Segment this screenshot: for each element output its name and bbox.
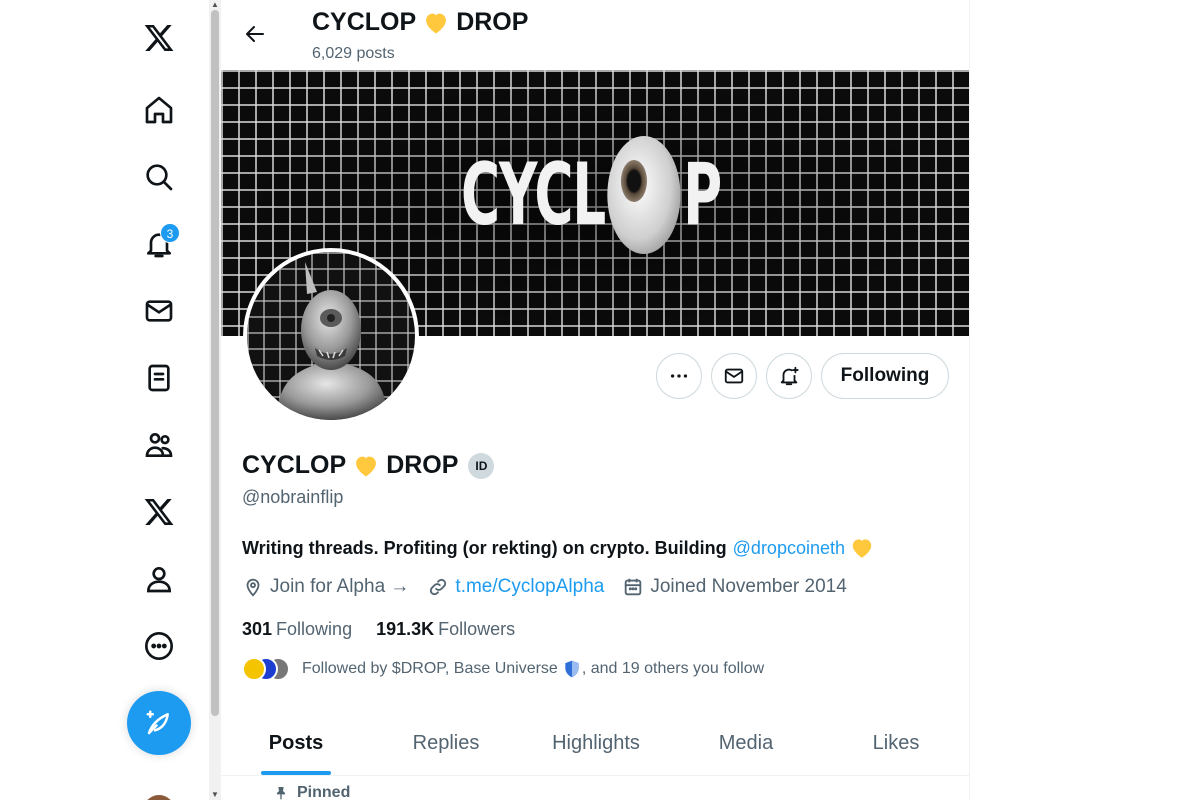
profile-name: CYCLOP DROP ID — [242, 451, 495, 480]
calendar-icon — [625, 578, 642, 596]
notify-button[interactable] — [766, 353, 812, 399]
home-icon[interactable] — [126, 77, 192, 143]
eyeball-icon — [607, 136, 681, 254]
profile-bio: Writing threads. Profiting (or rekting) … — [242, 535, 875, 561]
avatar-image — [247, 252, 415, 420]
pin-icon — [277, 787, 285, 800]
compose-post-icon — [146, 710, 169, 735]
profile-meta: Join for Alpha → t.me/CyclopAlpha Joined… — [242, 576, 865, 598]
scroll-thumb[interactable] — [211, 10, 219, 716]
x-logo-icon[interactable] — [126, 5, 192, 71]
tab-label: Highlights — [552, 732, 640, 754]
notifications-icon[interactable]: 3 — [126, 211, 192, 277]
bio-mention-link[interactable]: @dropcoineth — [733, 538, 845, 559]
tab-likes[interactable]: Likes — [821, 712, 969, 775]
profile-name-suffix: DROP — [386, 451, 459, 479]
tab-label: Posts — [268, 732, 324, 754]
profile-main-column: CYCLOP DROP 6,029 posts CYCL P Following… — [220, 0, 970, 800]
profile-icon[interactable] — [126, 546, 192, 612]
post-count: 6,029 posts — [312, 45, 395, 62]
message-button[interactable] — [711, 353, 757, 399]
pinned-indicator: Pinned — [273, 784, 350, 800]
lists-icon[interactable] — [126, 345, 192, 411]
notify-bell-icon — [780, 366, 799, 386]
yellow-heart-icon — [356, 456, 377, 476]
more-icon[interactable] — [126, 613, 192, 679]
following-count: 301 — [242, 619, 273, 639]
joined-item: Joined November 2014 — [622, 576, 847, 598]
profile-tabs: Posts Replies Highlights Media Likes — [221, 712, 969, 776]
profile-name-text: CYCLOP — [242, 451, 347, 479]
messages-icon[interactable] — [126, 278, 192, 344]
shield-icon — [565, 660, 579, 678]
location-pin-icon — [246, 578, 260, 597]
header-name-suffix: DROP — [456, 8, 529, 36]
account-avatar[interactable] — [143, 795, 175, 800]
followed-by-avatars — [242, 656, 292, 682]
follow-counts: 301 Following 191.3K Followers — [242, 619, 515, 640]
back-button[interactable] — [235, 14, 275, 54]
followers-label: Followers — [438, 619, 516, 639]
message-icon — [724, 368, 744, 384]
communities-icon[interactable] — [126, 412, 192, 478]
link-icon — [430, 578, 447, 596]
follower-avatar — [242, 657, 266, 681]
location-text: Join for Alpha → — [270, 576, 410, 597]
following-button[interactable]: Following — [821, 353, 949, 399]
followed-by-text: Followed by $DROP, Base Universe — [302, 660, 558, 677]
following-count-link[interactable]: 301 Following — [242, 619, 352, 640]
followers-count-link[interactable]: 191.3K Followers — [376, 619, 515, 640]
joined-text: Joined November 2014 — [650, 576, 847, 597]
bio-text: Writing threads. Profiting (or rekting) … — [242, 537, 727, 558]
tab-label: Replies — [412, 732, 480, 754]
header-name: CYCLOP — [312, 8, 417, 36]
more-horizontal-icon — [670, 374, 688, 378]
followers-count: 191.3K — [376, 619, 435, 639]
back-arrow-icon — [246, 26, 264, 42]
location-item: Join for Alpha → — [242, 576, 409, 598]
website-item: t.me/CyclopAlpha — [427, 576, 604, 598]
pinned-label: Pinned — [297, 784, 351, 800]
page-title: CYCLOP DROP — [312, 8, 528, 37]
tab-label: Likes — [872, 732, 920, 754]
active-tab-indicator — [261, 771, 331, 775]
followed-by-others: , and 19 others you follow — [581, 660, 765, 677]
profile-header-bar: CYCLOP DROP 6,029 posts — [221, 0, 969, 70]
banner-word-left: CYCL — [461, 145, 606, 245]
yellow-heart-icon — [426, 13, 447, 33]
tab-media[interactable]: Media — [671, 712, 821, 775]
profile-avatar[interactable] — [243, 248, 419, 424]
id-verified-badge[interactable]: ID — [468, 452, 495, 479]
yellow-heart-icon — [852, 539, 872, 558]
website-link[interactable]: t.me/CyclopAlpha — [455, 576, 604, 598]
profile-handle: @nobrainflip — [242, 487, 344, 507]
tab-label: Media — [718, 732, 774, 754]
primary-nav: 3 — [0, 0, 210, 800]
tab-highlights[interactable]: Highlights — [521, 712, 671, 775]
more-options-button[interactable] — [656, 353, 702, 399]
search-icon[interactable] — [126, 144, 192, 210]
followed-by[interactable]: Followed by $DROP, Base Universe , and 1… — [242, 656, 764, 682]
cyclops-bust-image — [277, 262, 387, 420]
tab-replies[interactable]: Replies — [371, 712, 521, 775]
banner-logo: CYCL P — [461, 136, 722, 254]
tab-posts[interactable]: Posts — [221, 712, 371, 775]
premium-x-icon[interactable] — [126, 479, 192, 545]
following-label: Following — [276, 619, 353, 639]
compose-post-button[interactable] — [127, 691, 191, 755]
notification-count-badge: 3 — [160, 223, 180, 243]
banner-word-right: P — [683, 145, 722, 245]
